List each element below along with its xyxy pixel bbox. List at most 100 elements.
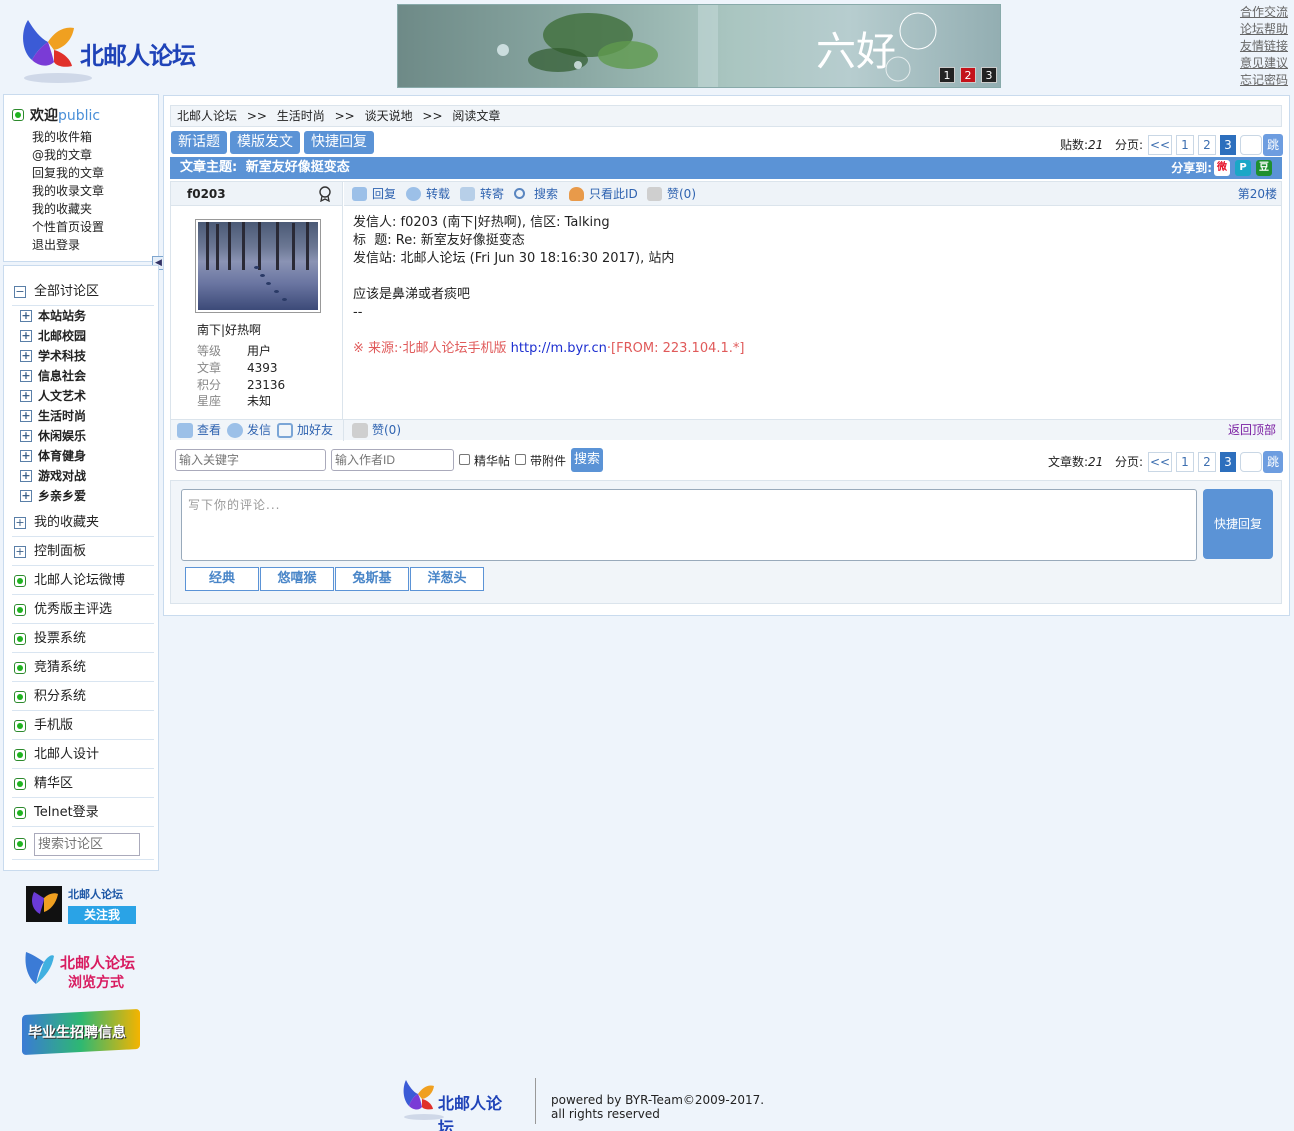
reply-button[interactable]: 回复 [352,182,396,206]
keyword-search-input[interactable] [175,449,326,471]
prev-page-button[interactable]: << [1148,135,1172,155]
nav-board-10[interactable]: + 乡亲乡爱 [18,486,86,506]
nav-board-2[interactable]: + 北邮校园 [18,326,86,346]
page-jump-input-bottom[interactable] [1240,452,1262,472]
stat-points: 积分 23136 [197,377,285,393]
nav-digest[interactable]: 精华区 [12,770,154,798]
thread-title-label: 文章主题: [180,160,238,175]
link-cooperation[interactable]: 合作交流 [1240,4,1288,21]
post-author-head: f0203 [171,182,342,206]
view-profile-button[interactable]: 查看 [177,420,221,441]
nav-board-7[interactable]: + 休闲娱乐 [18,426,86,446]
nav-board-3[interactable]: + 学术科技 [18,346,86,366]
crumb-home[interactable]: 北邮人论坛 [177,109,237,123]
comment-textarea[interactable]: 写下你的评论... [181,489,1197,561]
nav-moderator-vote[interactable]: 优秀版主评选 [12,596,154,624]
promo-jobs[interactable]: 毕业生招聘信息 [22,1006,140,1058]
board-search-input[interactable] [34,833,140,856]
attachment-checkbox[interactable] [515,454,526,465]
expand-icon: + [20,329,32,342]
nav-all-boards[interactable]: − 全部讨论区 [12,278,154,306]
post-line-station: 发信站: 北邮人论坛 (Fri Jun 30 18:16:30 2017), 站… [353,251,675,266]
search-button[interactable]: 搜索 [514,182,558,206]
nav-board-1[interactable]: + 本站站务 [18,306,86,326]
new-topic-button[interactable]: 新话题 [171,131,227,154]
send-message-button[interactable]: 发信 [227,420,271,441]
quick-reply-button[interactable]: 快捷回复 [304,131,374,154]
repost-button[interactable]: 转载 [406,182,450,206]
link-help[interactable]: 论坛帮助 [1240,21,1288,38]
nav-board-4[interactable]: + 信息社会 [18,366,86,386]
emoticon-tab-classic[interactable]: 经典 [185,567,259,591]
nav-design[interactable]: 北邮人设计 [12,741,154,769]
banner-page-3[interactable]: 3 [981,67,997,83]
share-weibo-icon[interactable]: 微 [1214,160,1230,176]
page-1-button-bottom[interactable]: 1 [1176,452,1194,472]
page-2-button-bottom[interactable]: 2 [1198,452,1216,472]
quick-reply-submit-button[interactable]: 快捷回复 [1203,489,1273,559]
banner-page-2[interactable]: 2 [960,67,976,83]
nav-board-9[interactable]: + 游戏对战 [18,466,86,486]
nav-mobile[interactable]: 手机版 [12,712,154,740]
back-to-top-link[interactable]: 返回顶部 [1228,420,1276,441]
crumb-board[interactable]: 谈天说地 [365,109,413,123]
nav-board-6[interactable]: + 生活时尚 [18,406,86,426]
emoticon-tab-tuzki[interactable]: 兔斯基 [335,567,409,591]
nav-favorites[interactable]: + 我的收藏夹 [12,509,154,537]
user-menu-replies[interactable]: 回复我的文章 [32,164,104,182]
site-logo[interactable]: 北邮人论坛 [18,12,203,88]
share-renren-icon[interactable]: P [1235,160,1251,176]
add-friend-button[interactable]: 加好友 [277,420,333,441]
nav-board-5[interactable]: + 人文艺术 [18,386,86,406]
post-line-from: 发信人: f0203 (南下|好热啊), 信区: Talking [353,215,610,230]
nav-board-8[interactable]: + 体育健身 [18,446,86,466]
username[interactable]: public [58,108,100,124]
foot-like-button[interactable]: 赞(0) [352,420,401,441]
link-feedback[interactable]: 意见建议 [1240,55,1288,72]
page-jump-input[interactable] [1240,135,1262,155]
like-button[interactable]: 赞(0) [647,182,696,206]
source-link[interactable]: http://m.byr.cn [511,341,607,356]
nav-points-system[interactable]: 积分系统 [12,683,154,711]
link-friends[interactable]: 友情链接 [1240,38,1288,55]
emoticon-tab-onion[interactable]: 洋葱头 [410,567,484,591]
only-this-id-button[interactable]: 只看此ID [569,182,638,206]
nav-weibo[interactable]: 北邮人论坛微博 [12,567,154,595]
nav-link-label: 北邮人设计 [34,747,100,762]
post-author-id[interactable]: f0203 [187,187,226,201]
user-menu-logout[interactable]: 退出登录 [32,236,104,254]
expand-icon: + [20,429,32,442]
user-menu-collected[interactable]: 我的收录文章 [32,182,104,200]
avatar[interactable] [195,219,321,313]
butterfly-icon [26,886,62,922]
banner-page-1[interactable]: 1 [939,67,955,83]
promo-browse[interactable]: 北邮人论坛 浏览方式 [22,946,140,996]
crumb-section[interactable]: 生活时尚 [277,109,325,123]
prev-page-button-bottom[interactable]: << [1148,452,1172,472]
page-jump-button-bottom[interactable]: 跳 [1263,451,1283,473]
bullet-icon [14,748,26,761]
user-menu-inbox[interactable]: 我的收件箱 [32,128,104,146]
nav-telnet[interactable]: Telnet登录 [12,799,154,827]
promo-weibo[interactable]: 北邮人论坛 关注我 [22,884,140,930]
link-forgot-password[interactable]: 忘记密码 [1240,72,1288,89]
digest-checkbox[interactable] [459,454,470,465]
author-search-input[interactable] [331,449,454,471]
page-jump-button[interactable]: 跳 [1263,134,1283,156]
floor-number[interactable]: 第20楼 [1238,182,1277,206]
nav-control-panel[interactable]: + 控制面板 [12,538,154,566]
page-1-button[interactable]: 1 [1176,135,1194,155]
emoticon-tab-monkey[interactable]: 悠嘻猴 [260,567,334,591]
share-douban-icon[interactable]: 豆 [1256,160,1272,176]
bullet-icon [14,719,26,732]
banner[interactable]: 六好 1 2 3 [397,4,1001,88]
forward-button[interactable]: 转寄 [460,182,504,206]
nav-guess-system[interactable]: 竞猜系统 [12,654,154,682]
post-search-button[interactable]: 搜索 [571,448,604,472]
user-menu-home-settings[interactable]: 个性首页设置 [32,218,104,236]
user-menu-favorites[interactable]: 我的收藏夹 [32,200,104,218]
user-menu-at-me[interactable]: @我的文章 [32,146,104,164]
template-post-button[interactable]: 模版发文 [230,131,300,154]
nav-vote-system[interactable]: 投票系统 [12,625,154,653]
page-2-button[interactable]: 2 [1198,135,1216,155]
